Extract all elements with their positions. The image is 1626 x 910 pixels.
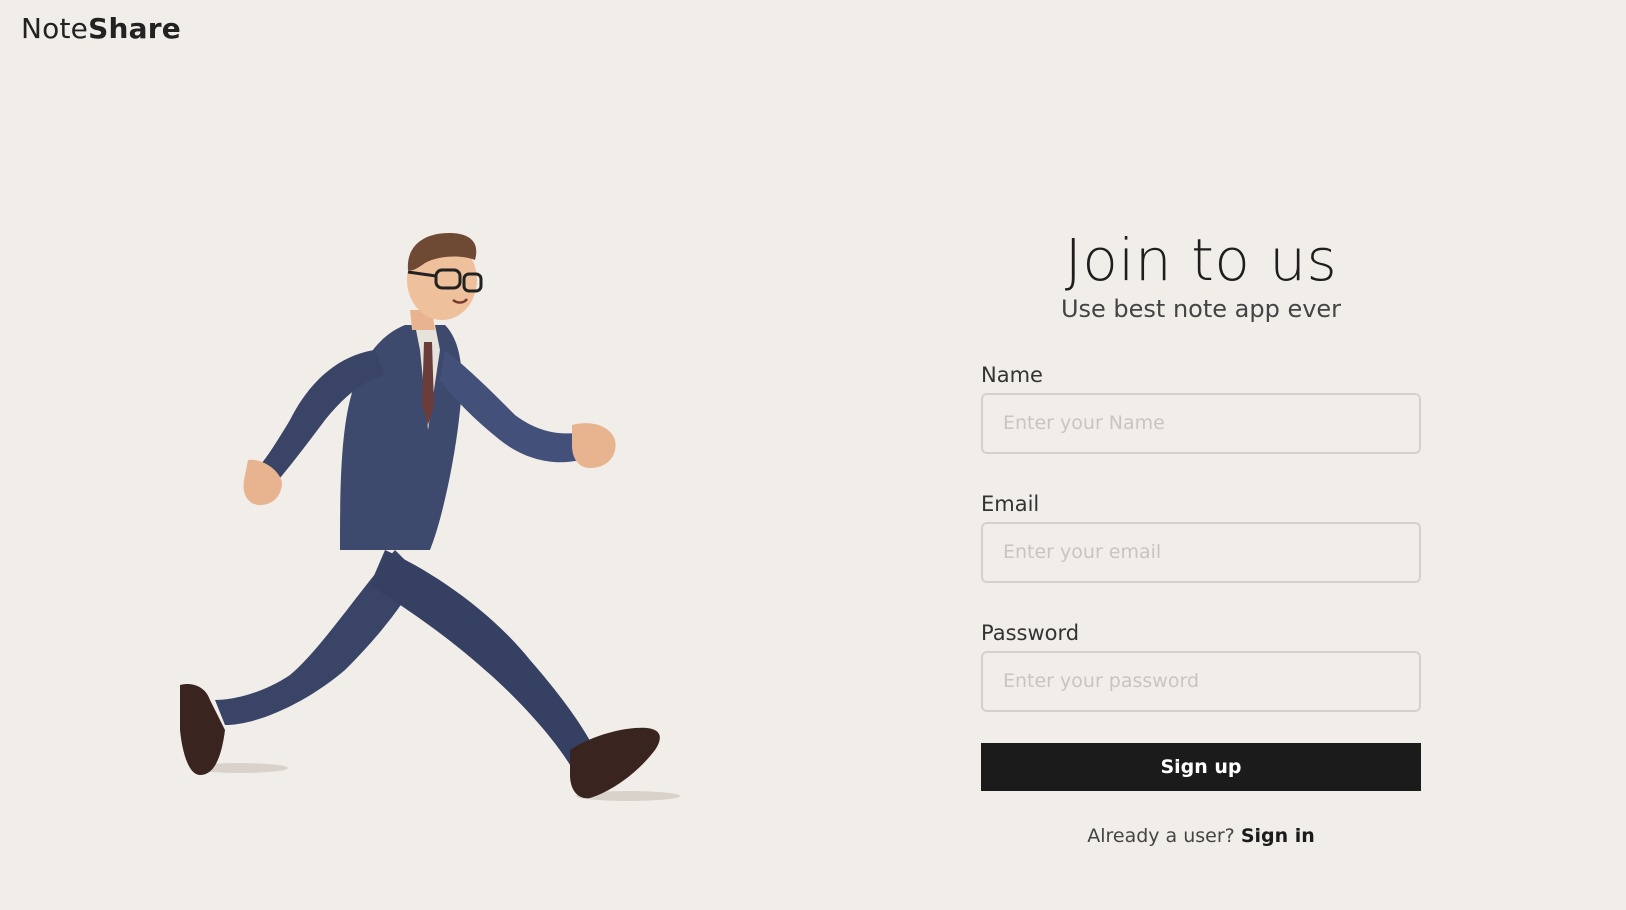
brand-name-bold: Share — [88, 12, 181, 45]
signup-page: NoteShare Join to us Use best note app e… — [0, 0, 1626, 910]
signin-prompt: Already a user? — [1087, 824, 1235, 847]
email-field-group: Email — [981, 492, 1421, 583]
password-label: Password — [981, 620, 1080, 645]
brand-logo[interactable]: NoteShare — [21, 12, 181, 45]
running-businessman-illustration — [170, 230, 710, 840]
email-input[interactable] — [981, 521, 1421, 583]
signup-button[interactable]: Sign up — [981, 742, 1421, 791]
signup-form: Join to us Use best note app ever Name E… — [981, 230, 1421, 847]
name-input[interactable] — [981, 392, 1421, 454]
brand-name-light: Note — [21, 12, 89, 45]
email-label: Email — [981, 491, 1040, 516]
password-input[interactable] — [981, 650, 1421, 712]
page-subtitle: Use best note app ever — [1060, 294, 1342, 323]
password-field-group: Password — [981, 621, 1421, 712]
name-label: Name — [981, 362, 1043, 387]
page-title: Join to us — [1064, 226, 1338, 294]
name-field-group: Name — [981, 363, 1421, 454]
signin-row: Already a user? Sign in — [981, 825, 1421, 847]
signin-link[interactable]: Sign in — [1241, 825, 1315, 847]
